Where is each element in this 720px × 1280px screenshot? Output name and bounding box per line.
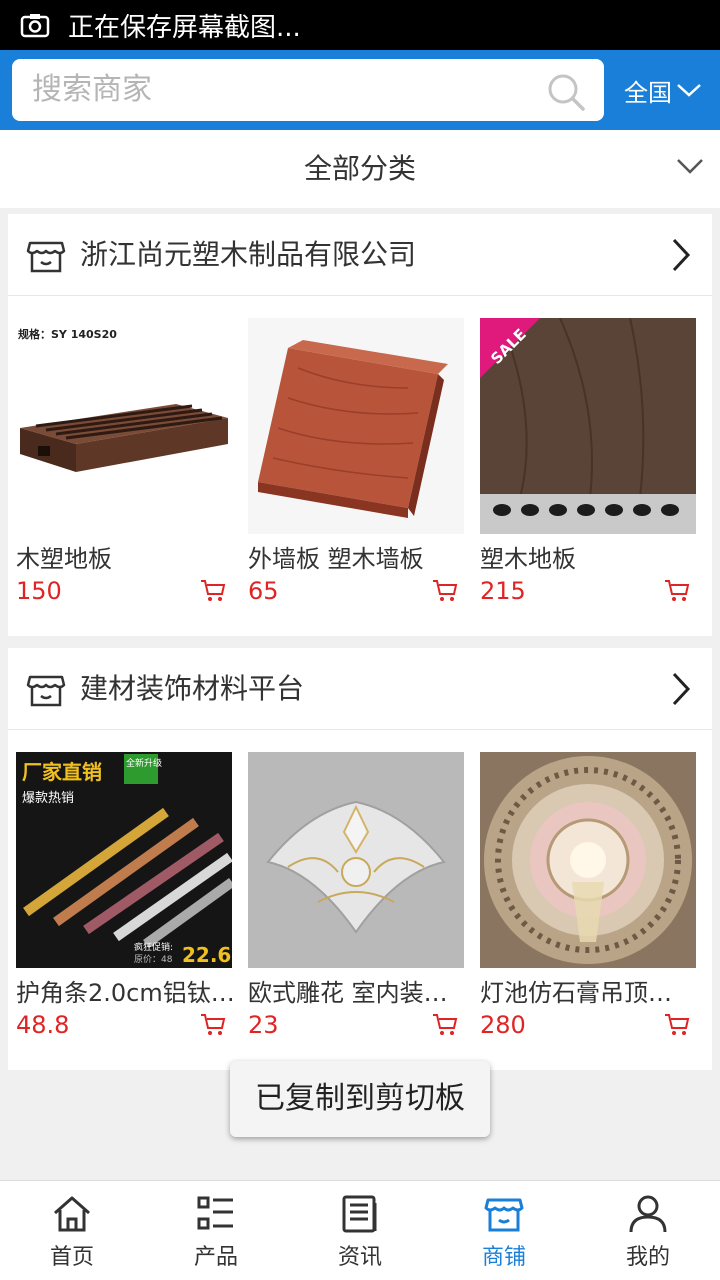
image-orig: 原价：48 [134,954,173,965]
shop-header[interactable]: 浙江尚元塑木制品有限公司 [8,214,712,296]
shop-section: 浙江尚元塑木制品有限公司 规格：SY 140S20 木塑地板 150 外墙板 塑… [8,214,712,636]
cart-icon[interactable] [432,1012,458,1036]
product-name[interactable]: 护角条2.0cm铝钛… [16,976,232,1010]
shop-header[interactable]: 建材装饰材料平台 [8,648,712,730]
chevron-down-icon[interactable] [676,157,704,175]
cart-icon[interactable] [200,578,226,602]
product-card[interactable]: 外墙板 塑木墙板 65 [248,318,464,606]
status-text: 正在保存屏幕截图... [68,12,301,43]
product-card[interactable]: 灯池仿石膏吊顶… 280 [480,752,696,1040]
product-name[interactable]: 外墙板 塑木墙板 [248,542,464,576]
tab-label[interactable]: 商铺 [482,1239,526,1271]
chevron-right-icon[interactable] [670,671,692,707]
tab-label[interactable]: 我的 [626,1239,670,1271]
cart-icon[interactable] [664,578,690,602]
product-card[interactable]: 欧式雕花 室内装… 23 [248,752,464,1040]
product-image[interactable]: 厂家直销 全新升级 爆款热销 疯狂促销: 原价：48 22.6 [16,752,232,968]
tab-shops[interactable]: 商铺 [432,1181,576,1280]
image-sub: 爆款热销 [22,791,74,806]
tab-news[interactable]: 资讯 [288,1181,432,1280]
cart-icon[interactable] [664,1012,690,1036]
product-image[interactable]: SALE [480,318,696,534]
shop-title[interactable]: 浙江尚元塑木制品有限公司 [80,214,416,296]
region-label[interactable]: 全国 [624,73,672,108]
home-icon[interactable] [51,1193,93,1235]
product-card[interactable]: 厂家直销 全新升级 爆款热销 疯狂促销: 原价：48 22.6 护角条2.0cm… [16,752,232,1040]
tab-home[interactable]: 首页 [0,1181,144,1280]
shop-section: 建材装饰材料平台 厂家直销 全新升级 爆款热销 疯狂促销: 原价：48 22.6… [8,648,712,1070]
product-name[interactable]: 欧式雕花 室内装… [248,976,464,1010]
tab-label[interactable]: 首页 [50,1239,94,1271]
region-selector[interactable]: 全国 [624,50,702,130]
tab-products[interactable]: 产品 [144,1181,288,1280]
product-card[interactable]: 规格：SY 140S20 木塑地板 150 [16,318,232,606]
screenshot-icon [20,14,50,38]
image-promo: 疯狂促销: [134,941,173,953]
shop-icon [26,675,66,707]
search-placeholder[interactable]: 搜索商家 [32,59,152,121]
product-name[interactable]: 灯池仿石膏吊顶… [480,976,696,1010]
bottom-tab-bar: 首页 产品 资讯 商铺 我的 [0,1180,720,1280]
shop-title[interactable]: 建材装饰材料平台 [80,648,304,730]
product-name[interactable]: 木塑地板 [16,542,232,576]
product-name[interactable]: 塑木地板 [480,542,696,576]
product-image[interactable]: 规格：SY 140S20 [16,318,232,534]
status-bar: 正在保存屏幕截图... [0,0,720,50]
shop-icon [26,241,66,273]
tab-label[interactable]: 产品 [194,1239,238,1271]
user-icon[interactable] [627,1193,669,1235]
product-image[interactable] [248,318,464,534]
list-icon[interactable] [195,1193,237,1235]
category-bar[interactable]: 全部分类 [0,130,720,208]
image-promo-price: 22.6 [182,943,231,967]
news-icon[interactable] [339,1193,381,1235]
shop-icon[interactable] [483,1193,525,1235]
tab-profile[interactable]: 我的 [576,1181,720,1280]
image-tag: 全新升级 [126,757,162,769]
top-bar: 搜索商家 全国 [0,50,720,130]
toast-message: 已复制到剪切板 [230,1061,490,1137]
image-caption: 规格：SY 140S20 [18,327,117,341]
chevron-right-icon[interactable] [670,237,692,273]
cart-icon[interactable] [432,578,458,602]
product-image[interactable] [480,752,696,968]
chevron-down-icon[interactable] [676,82,702,98]
category-label[interactable]: 全部分类 [0,130,720,208]
tab-label[interactable]: 资讯 [338,1239,382,1271]
product-grid: 厂家直销 全新升级 爆款热销 疯狂促销: 原价：48 22.6 护角条2.0cm… [8,730,712,1070]
product-image[interactable] [248,752,464,968]
product-grid: 规格：SY 140S20 木塑地板 150 外墙板 塑木墙板 65 SALE 塑… [8,296,712,636]
search-icon[interactable] [546,72,586,112]
search-box[interactable]: 搜索商家 [12,59,604,121]
cart-icon[interactable] [200,1012,226,1036]
product-card[interactable]: SALE 塑木地板 215 [480,318,696,606]
image-headline: 厂家直销 [22,760,102,784]
